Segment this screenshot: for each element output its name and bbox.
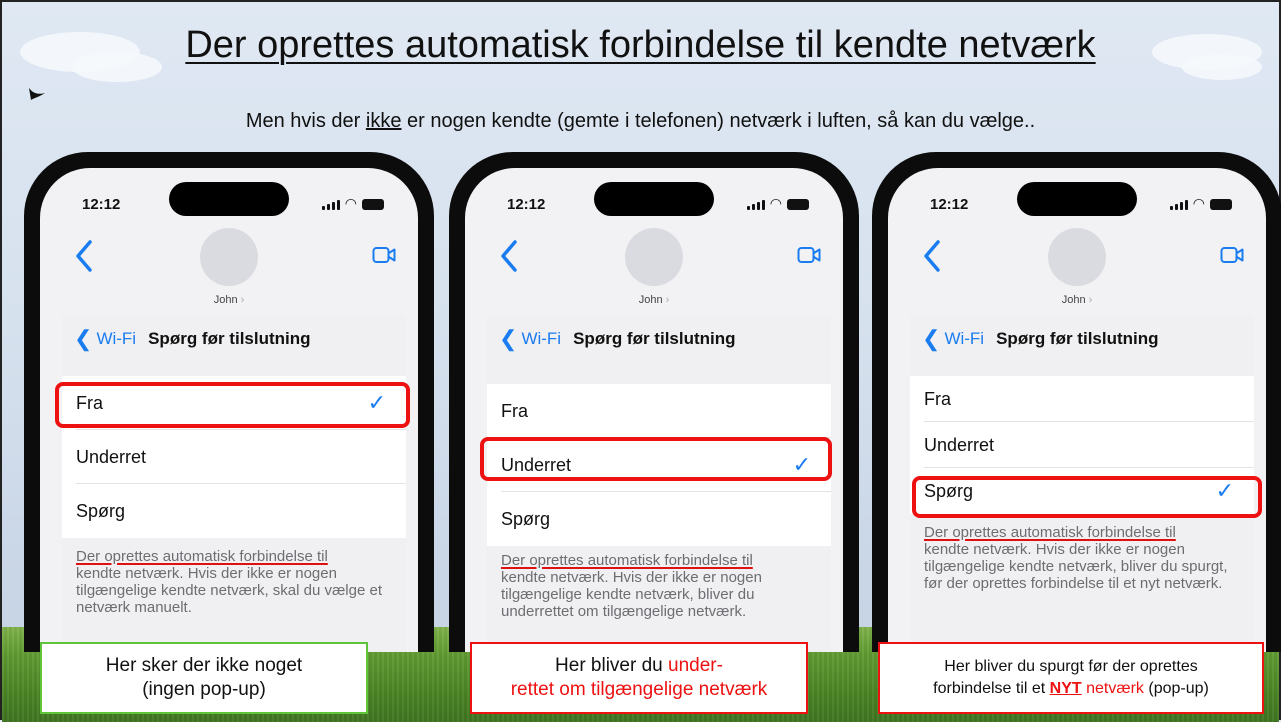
bird-icon — [29, 88, 45, 100]
slide-subtitle: Men hvis der ikke er nogen kendte (gemte… — [245, 110, 1036, 132]
contact-name[interactable]: John › — [465, 294, 843, 306]
checkmark-icon: ✓ — [792, 452, 811, 477]
status-time: 12:12 — [930, 196, 969, 213]
contact-name[interactable]: John › — [40, 294, 418, 306]
signal-icon — [1169, 200, 1188, 210]
phone-mockup-1: 12:12 ◠ John › ❮ Wi-Fi Spørg før tilslutn… — [24, 152, 434, 652]
signal-icon — [746, 200, 765, 210]
option-description: Der oprettes automatisk forbindelse til k… — [501, 552, 762, 620]
settings-nav: ❮ Wi-Fi Spørg før tilslutning — [499, 326, 736, 352]
option-spoerg[interactable]: Spørg ✓ — [910, 468, 1254, 514]
phone-mockup-3: 12:12 ◠ John › ❮ Wi-Fi Spørg før tilslutn… — [872, 152, 1281, 652]
option-spoerg[interactable]: Spørg — [62, 484, 406, 538]
back-to-wifi-button[interactable]: ❮ Wi-Fi — [922, 326, 984, 352]
option-description: Der oprettes automatisk forbindelse til k… — [924, 524, 1228, 592]
options-list: Fra Underret Spørg ✓ — [910, 376, 1254, 514]
option-fra[interactable]: Fra ✓ — [62, 376, 406, 430]
wifi-icon: ◠ — [1192, 195, 1205, 211]
option-underret[interactable]: Underret — [62, 430, 406, 484]
settings-sheet: ❮ Wi-Fi Spørg før tilslutning Fra Underre… — [487, 316, 831, 652]
slide-title: Der oprettes automatisk forbindelse til … — [185, 24, 1096, 66]
checkmark-icon: ✓ — [1215, 478, 1234, 503]
status-icons: ◠ — [321, 195, 384, 211]
status-icons: ◠ — [1169, 195, 1232, 211]
option-fra[interactable]: Fra — [487, 384, 831, 438]
video-camera-icon[interactable] — [797, 246, 821, 264]
settings-title: Spørg før tilslutning — [996, 329, 1159, 348]
avatar[interactable] — [1048, 228, 1106, 286]
dynamic-island — [169, 182, 289, 216]
avatar[interactable] — [200, 228, 258, 286]
status-time: 12:12 — [82, 196, 121, 213]
dynamic-island — [594, 182, 714, 216]
phone-mockup-2: 12:12 ◠ John › ❮ Wi-Fi Spørg før tilslutn… — [449, 152, 859, 652]
caption-spoerg: Her bliver du spurgt før der oprettes for… — [878, 642, 1264, 714]
option-underret[interactable]: Underret — [910, 422, 1254, 468]
caption-fra: Her sker der ikke noget (ingen pop-up) — [40, 642, 368, 714]
options-list: Fra Underret ✓ Spørg — [487, 384, 831, 546]
caption-underret: Her bliver du under-rettet om tilgængeli… — [470, 642, 808, 714]
settings-nav: ❮ Wi-Fi Spørg før tilslutning — [74, 326, 311, 352]
status-time: 12:12 — [507, 196, 546, 213]
settings-sheet: ❮ Wi-Fi Spørg før tilslutning Fra ✓ Underr… — [62, 316, 406, 652]
video-camera-icon[interactable] — [372, 246, 396, 264]
settings-nav: ❮ Wi-Fi Spørg før tilslutning — [922, 326, 1159, 352]
phone-screen: 12:12 ◠ John › ❮ Wi-Fi Spørg før tilslutn… — [40, 168, 418, 652]
phone-screen: 12:12 ◠ John › ❮ Wi-Fi Spørg før tilslutn… — [888, 168, 1266, 652]
option-description: Der oprettes automatisk forbindelse til k… — [76, 548, 383, 616]
option-spoerg[interactable]: Spørg — [487, 492, 831, 546]
battery-icon — [1210, 199, 1232, 210]
chevron-left-icon[interactable] — [495, 236, 521, 276]
chevron-left-icon[interactable] — [70, 236, 96, 276]
settings-title: Spørg før tilslutning — [148, 329, 311, 348]
option-fra[interactable]: Fra — [910, 376, 1254, 422]
avatar[interactable] — [625, 228, 683, 286]
wifi-icon: ◠ — [344, 195, 357, 211]
settings-title: Spørg før tilslutning — [573, 329, 736, 348]
status-icons: ◠ — [746, 195, 809, 211]
back-to-wifi-button[interactable]: ❮ Wi-Fi — [74, 326, 136, 352]
checkmark-icon: ✓ — [367, 390, 386, 415]
phone-screen: 12:12 ◠ John › ❮ Wi-Fi Spørg før tilslutn… — [465, 168, 843, 652]
wifi-icon: ◠ — [769, 195, 782, 211]
battery-icon — [362, 199, 384, 210]
signal-icon — [321, 200, 340, 210]
settings-sheet: ❮ Wi-Fi Spørg før tilslutning Fra Underre… — [910, 316, 1254, 652]
option-underret[interactable]: Underret ✓ — [487, 438, 831, 492]
chevron-left-icon[interactable] — [918, 236, 944, 276]
back-to-wifi-button[interactable]: ❮ Wi-Fi — [499, 326, 561, 352]
options-list: Fra ✓ Underret Spørg — [62, 376, 406, 538]
contact-name[interactable]: John › — [888, 294, 1266, 306]
video-camera-icon[interactable] — [1220, 246, 1244, 264]
dynamic-island — [1017, 182, 1137, 216]
battery-icon — [787, 199, 809, 210]
